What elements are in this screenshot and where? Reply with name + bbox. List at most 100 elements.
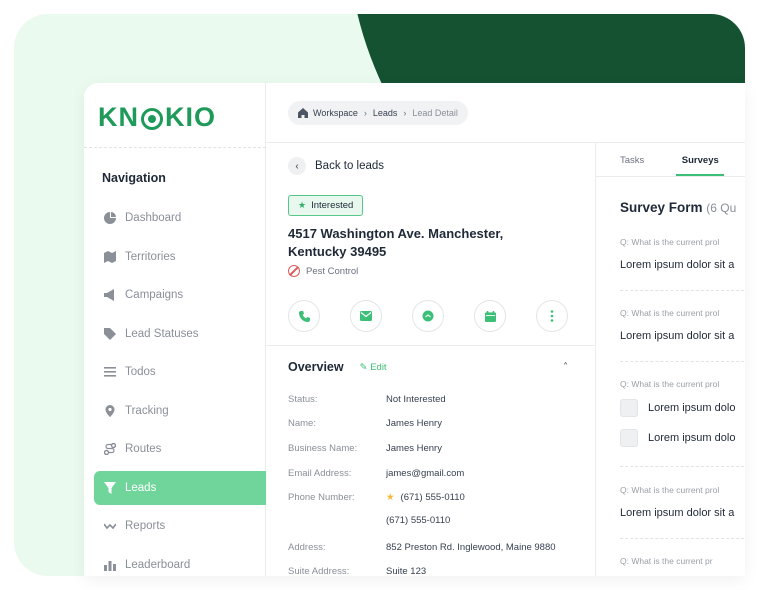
edit-button[interactable]: ✎ Edit: [360, 362, 387, 373]
megaphone-icon: [103, 288, 117, 302]
message-button[interactable]: [412, 300, 444, 332]
survey-question: Q: What is the current prol Lorem ipsum …: [620, 379, 735, 449]
mail-icon: [360, 311, 372, 321]
survey-question: Q: What is the current prol Lorem ipsum …: [620, 485, 734, 519]
email-button[interactable]: [350, 300, 382, 332]
field-address: Address: 852 Preston Rd. Inglewood, Main…: [288, 535, 588, 560]
app-window: KN KIO Navigation Dashboard Territories C…: [84, 83, 745, 576]
sidebar-item-label: Campaigns: [125, 289, 184, 301]
calendar-button[interactable]: [474, 300, 506, 332]
chevron-right-icon: ›: [403, 108, 407, 118]
sidebar-item-tracking[interactable]: Tracking: [94, 394, 266, 428]
field-phone-secondary: (671) 555-0110: [288, 510, 588, 531]
phone-primary: (671) 555-0110: [400, 492, 465, 504]
phone-secondary: (671) 555-0110: [386, 514, 451, 526]
sidebar-item-reports[interactable]: Reports: [94, 509, 266, 543]
field-value: Suite 123: [386, 566, 427, 576]
field-label: Suite Address:: [288, 566, 350, 576]
field-label: Business Name:: [288, 442, 358, 454]
field-label: Address:: [288, 541, 326, 553]
sidebar-item-lead-statuses[interactable]: Lead Statuses: [94, 317, 266, 351]
back-to-leads-link[interactable]: ‹ Back to leads: [288, 157, 384, 175]
field-value: Not Interested: [386, 393, 446, 405]
section-divider: [266, 345, 596, 346]
sidebar-divider: [84, 147, 266, 148]
funnel-icon: [103, 481, 117, 495]
star-icon: ★: [298, 200, 307, 210]
sidebar: KN KIO Navigation Dashboard Territories C…: [84, 83, 266, 576]
checkbox[interactable]: [620, 429, 638, 447]
checkbox-option[interactable]: Lorem ipsum dolo: [620, 427, 735, 449]
category-label: Pest Control: [306, 265, 359, 277]
breadcrumb-leads[interactable]: Leads: [373, 108, 398, 118]
overview-title: Overview: [288, 360, 344, 374]
sidebar-item-label: Dashboard: [125, 212, 182, 224]
action-buttons: [288, 300, 598, 332]
field-business-name: Business Name: James Henry: [288, 436, 588, 461]
sidebar-item-label: Leads: [125, 481, 157, 494]
field-label: Phone Number:: [288, 492, 355, 504]
nav-list: Dashboard Territories Campaigns Lead Sta…: [94, 201, 266, 576]
sidebar-item-label: Routes: [125, 443, 162, 455]
breadcrumb-current: Lead Detail: [412, 108, 458, 118]
field-label: Status:: [288, 393, 318, 405]
sidebar-item-label: Lead Statuses: [125, 327, 199, 340]
field-value: James Henry: [386, 442, 442, 454]
sidebar-item-dashboard[interactable]: Dashboard: [94, 201, 266, 235]
list-icon: [103, 365, 117, 379]
field-name: Name: James Henry: [288, 412, 588, 437]
chevron-up-icon[interactable]: ˄: [563, 362, 568, 373]
pest-icon: [288, 265, 300, 277]
question-text: Q: What is the current prol: [620, 379, 720, 389]
field-value: 852 Preston Rd. Inglewood, Maine 9880: [386, 541, 556, 553]
more-vertical-icon: [550, 310, 554, 322]
favorite-star-icon[interactable]: ★: [386, 492, 395, 503]
question-text: Q: What is the current prol: [620, 485, 720, 495]
question-divider: [620, 466, 745, 467]
chevron-left-icon[interactable]: ‹: [288, 157, 306, 175]
sidebar-item-todos[interactable]: Todos: [94, 355, 266, 389]
survey-question-count: (6 Qu: [706, 201, 737, 215]
map-icon: [103, 250, 117, 264]
tag-icon: [103, 327, 117, 341]
call-button[interactable]: [288, 300, 320, 332]
calendar-icon: [484, 310, 496, 322]
address-line2: Kentucky 39495: [288, 244, 387, 259]
survey-question: Q: What is the current prol Lorem ipsum …: [620, 308, 734, 342]
survey-question: Q: What is the current pr: [620, 556, 713, 566]
sidebar-item-label: Reports: [125, 520, 166, 532]
home-icon: [298, 108, 308, 118]
field-email: Email Address: james@gmail.com: [288, 461, 588, 486]
survey-panel: Tasks Surveys Survey Form (6 Qu Q: What …: [596, 143, 745, 576]
sidebar-item-label: Tracking: [125, 404, 169, 417]
question-divider: [620, 361, 745, 362]
trend-icon: [103, 519, 117, 533]
route-icon: [103, 442, 117, 456]
sidebar-item-routes[interactable]: Routes: [94, 432, 266, 466]
status-badge-label: Interested: [311, 200, 354, 211]
checkbox-option[interactable]: Lorem ipsum dolo: [620, 397, 735, 419]
tab-surveys[interactable]: Surveys: [676, 143, 725, 176]
overview-header: Overview ✎ Edit: [288, 360, 387, 374]
breadcrumb-workspace[interactable]: Workspace: [313, 108, 358, 118]
chevron-right-icon: ›: [363, 108, 367, 118]
edit-label: Edit: [370, 361, 387, 373]
breadcrumb: Workspace › Leads › Lead Detail: [288, 101, 468, 125]
tab-tasks[interactable]: Tasks: [620, 143, 644, 176]
lead-category: Pest Control: [288, 265, 358, 277]
more-options-button[interactable]: [536, 300, 568, 332]
field-value: ★ (671) 555-0110: [386, 492, 465, 503]
sidebar-item-leads[interactable]: Leads: [94, 470, 266, 505]
field-status: Status: Not Interested: [288, 387, 588, 412]
logo-text-right: KIO: [165, 101, 217, 132]
field-label: Name:: [288, 418, 316, 430]
sidebar-item-campaigns[interactable]: Campaigns: [94, 278, 266, 312]
topbar: Workspace › Leads › Lead Detail: [266, 83, 745, 143]
sidebar-item-label: Leaderboard: [125, 558, 191, 571]
sidebar-item-leaderboard[interactable]: Leaderboard: [94, 548, 266, 577]
checkbox[interactable]: [620, 399, 638, 417]
nav-heading: Navigation: [102, 171, 166, 185]
question-divider: [620, 290, 745, 291]
sidebar-item-territories[interactable]: Territories: [94, 240, 266, 274]
sidebar-item-label: Todos: [125, 366, 156, 378]
